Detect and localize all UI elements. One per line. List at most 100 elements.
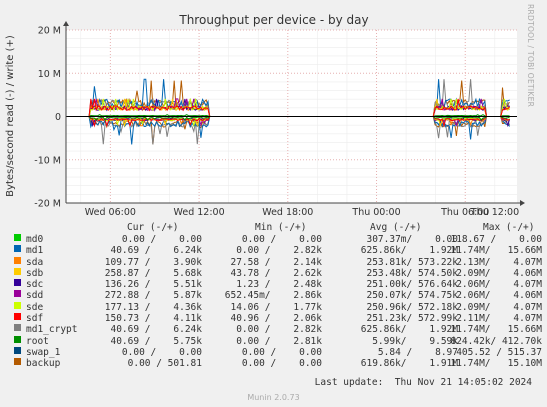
legend-table: Cur (-/+) Min (-/+) Avg (-/+) Max (-/+) … (12, 222, 542, 370)
legend-cur: 0.00 / 501.81 (127, 358, 202, 370)
legend-avg: 250.96k/ 572.18k (366, 301, 458, 313)
legend-cur: 258.87 / 5.68k (104, 267, 202, 279)
legend-cur: 40.69 / 5.75k (110, 335, 202, 347)
legend-min: 14.06 / 1.77k (230, 301, 322, 313)
legend-name: sde (26, 301, 44, 313)
legend-row-sdd: sdd 272.88 / 5.87k 652.45m/ 2.86k 250.07k/ … (12, 290, 542, 301)
legend-avg: 625.86k/ 1.92M (360, 245, 458, 257)
legend-min: 652.45m/ 2.86k (224, 290, 322, 302)
legend-swatch (14, 279, 21, 287)
legend-swatch (14, 301, 21, 309)
legend-max: 2.09M/ 4.06M (456, 267, 542, 279)
legend-cur: 0.00 / 0.00 (121, 234, 202, 245)
legend-max: 824.42k/ 412.70k (450, 335, 542, 347)
legend-avg: 619.86k/ 1.91M (360, 358, 458, 370)
legend-min: 0.00 / 0.00 (241, 346, 322, 358)
legend-name: root (26, 335, 49, 347)
legend-max: 118.67 / 0.00 (450, 234, 542, 245)
last-update: Last update: Thu Nov 21 14:05:02 2024 (314, 377, 532, 388)
legend-max: 2.06M/ 4.06M (456, 290, 542, 302)
munin-version: Munin 2.0.73 (247, 393, 300, 402)
y-tick-label: 10 M (38, 69, 61, 80)
y-axis-label: Bytes/second read (-) / write (+) (5, 35, 16, 197)
legend-min: 0.00 / 0.00 (241, 358, 322, 370)
legend-max: 405.52 / 515.37 (456, 346, 542, 358)
x-axis-ticks: Wed 06:00 Wed 12:00 Wed 18:00 Thu 00:00 Thu … (85, 207, 519, 218)
legend-row-md1-crypt: md1_crypt 40.69 / 6.24k 0.00 / 2.82k 625.86… (12, 324, 542, 335)
legend-min: 27.58 / 2.14k (230, 256, 322, 268)
y-axis-ticks: 20 M 10 M 0 -10 M -20 M (34, 26, 61, 210)
legend-max: 11.74M/ 15.66M (450, 245, 542, 257)
legend-name: sdd (26, 290, 44, 302)
legend-name: md0 (26, 234, 44, 245)
legend-swatch (14, 346, 21, 354)
x-tick-label: Wed 18:00 (262, 207, 313, 218)
legend-swatch (14, 313, 21, 321)
legend-row-sde: sde 177.13 / 4.36k 14.06 / 1.77k 250.96k/ 5… (12, 301, 542, 313)
chart-title: Throughput per device - by day (178, 13, 368, 27)
header-max: Max (-/+) (483, 222, 535, 233)
legend-min: 43.78 / 2.62k (230, 267, 322, 279)
legend-avg: 253.81k/ 573.22k (366, 256, 458, 268)
x-tick-label: Thu 12:00 (470, 207, 519, 218)
legend-row-root: root 40.69 / 5.75k 0.00 / 2.81k 5.99k/ 9.59… (12, 335, 542, 347)
rrdtool-watermark: RRDTOOL / TOBI OETIKER (526, 4, 535, 108)
x-axis-arrow (520, 200, 525, 206)
legend-cur: 40.69 / 6.24k (110, 245, 202, 257)
legend-swatch (14, 290, 21, 298)
legend-cur: 150.73 / 4.11k (104, 313, 202, 325)
legend-row-sdb: sdb 258.87 / 5.68k 43.78 / 2.62k 253.48k/ 5… (12, 267, 542, 279)
legend-cur: 272.88 / 5.87k (104, 290, 202, 302)
legend-swatch (14, 335, 21, 343)
legend-swatch (14, 358, 21, 366)
legend-max: 11.74M/ 15.10M (450, 358, 542, 370)
legend-row-sdc: sdc 136.26 / 5.51k 1.23 / 2.48k 251.00k/ 57… (12, 279, 542, 290)
legend-row-sda: sda 109.77 / 3.90k 27.58 / 2.14k 253.81k/ 5… (12, 256, 542, 268)
header-cur: Cur (-/+) (127, 222, 179, 233)
legend-avg: 250.07k/ 574.75k (366, 290, 458, 302)
legend-max: 2.09M/ 4.07M (456, 301, 542, 313)
legend-max: 2.06M/ 4.07M (456, 279, 542, 291)
y-tick-label: -10 M (34, 155, 61, 166)
legend-name: backup (26, 358, 61, 370)
legend-min: 40.96 / 2.06k (230, 313, 322, 325)
legend-swatch (14, 245, 21, 253)
legend-avg: 251.00k/ 576.64k (366, 279, 458, 291)
legend-avg: 5.99k/ 9.59k (372, 335, 458, 347)
legend-name: sda (26, 256, 44, 268)
legend-max: 11.74M/ 15.66M (450, 324, 542, 336)
legend-row-backup: backup 0.00 / 501.81 0.00 / 0.00 619.86k/ 1… (12, 358, 542, 369)
x-tick-label: Wed 06:00 (85, 207, 136, 218)
legend-name: swap_1 (26, 346, 61, 358)
legend-min: 0.00 / 2.82k (236, 324, 322, 336)
legend-avg: 625.86k/ 1.92M (360, 324, 458, 336)
legend-cur: 40.69 / 6.24k (110, 324, 202, 336)
legend-cur: 136.26 / 5.51k (104, 279, 202, 291)
legend-row-swap-1: swap_1 0.00 / 0.00 0.00 / 0.00 5.84 / 8.97 4… (12, 346, 542, 358)
legend-name: md1 (26, 245, 44, 257)
legend-name: sdb (26, 267, 44, 279)
legend-min: 1.23 / 2.48k (236, 279, 322, 291)
legend-name: sdf (26, 313, 44, 325)
legend-cur: 0.00 / 0.00 (121, 346, 202, 358)
legend-avg: 251.23k/ 572.99k (366, 313, 458, 325)
legend-min: 0.00 / 0.00 (241, 234, 322, 245)
legend-avg: 253.48k/ 574.50k (366, 267, 458, 279)
legend-swatch (14, 324, 21, 332)
y-axis-arrow (63, 21, 69, 26)
y-tick-label: -20 M (34, 199, 61, 210)
legend-avg: 5.84 / 8.97 (377, 346, 458, 358)
legend-swatch (14, 256, 21, 264)
legend-min: 0.00 / 2.82k (236, 245, 322, 257)
x-tick-label: Wed 12:00 (174, 207, 225, 218)
y-tick-label: 20 M (38, 26, 61, 37)
legend-swatch (14, 267, 21, 275)
legend-header: Cur (-/+) Min (-/+) Avg (-/+) Max (-/+) (12, 222, 542, 234)
legend-rows: md0 0.00 / 0.00 0.00 / 0.00 307.37m/ 0.00 11… (12, 234, 542, 370)
header-min: Min (-/+) (255, 222, 307, 233)
legend-min: 0.00 / 2.81k (236, 335, 322, 347)
header-avg: Avg (-/+) (370, 222, 422, 233)
legend-cur: 177.13 / 4.36k (104, 301, 202, 313)
legend-avg: 307.37m/ 0.00 (366, 234, 458, 245)
legend-swatch (14, 234, 21, 241)
